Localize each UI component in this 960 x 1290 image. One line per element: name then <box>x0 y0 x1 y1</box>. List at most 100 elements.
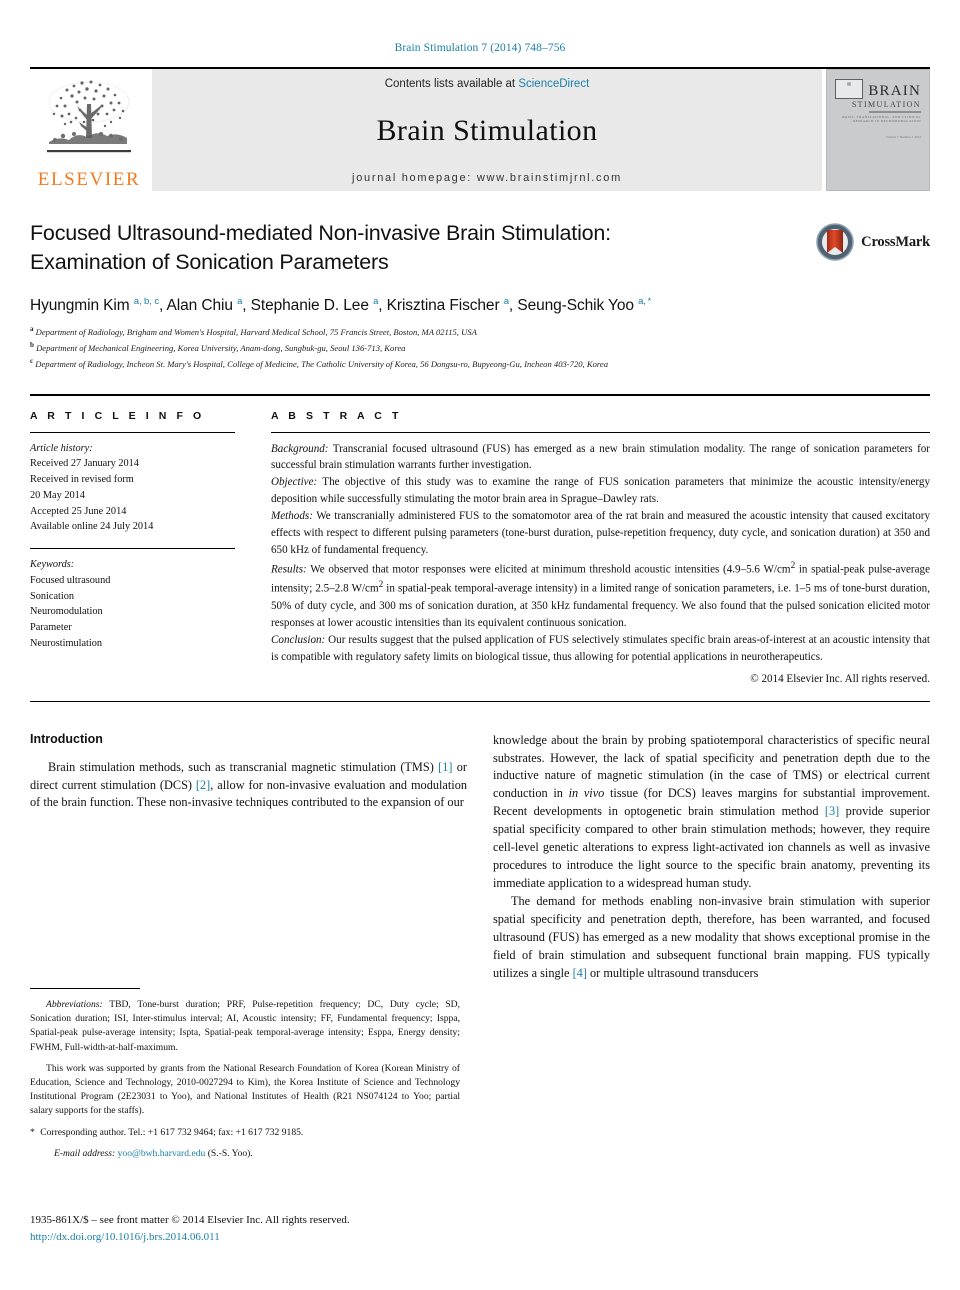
affiliation-item: c Department of Radiology, Incheon St. M… <box>30 356 930 372</box>
page-title: Focused Ultrasound-mediated Non-invasive… <box>30 219 730 276</box>
title-line-2: Examination of Sonication Parameters <box>30 249 389 274</box>
abstract-section-text: Our results suggest that the pulsed appl… <box>271 633 930 663</box>
body-column-left: Introduction Brain stimulation methods, … <box>30 732 467 983</box>
title-line-1: Focused Ultrasound-mediated Non-invasive… <box>30 221 611 245</box>
intro-right-italic: in vivo <box>568 786 605 801</box>
footnote-divider <box>30 988 140 989</box>
corresponding-author-text: Corresponding author. Tel.: +1 617 732 9… <box>37 1126 304 1138</box>
corresponding-author-marker: * <box>30 1126 35 1138</box>
divider <box>271 431 930 433</box>
authors-text: Hyungmin Kim a, b, c, Alan Chiu a, Steph… <box>30 296 652 315</box>
issn-line: 1935-861X/$ – see front matter © 2014 El… <box>30 1214 350 1226</box>
journal-homepage[interactable]: journal homepage: www.brainstimjrnl.com <box>152 172 822 184</box>
citation-ref-1[interactable]: [1] <box>438 760 452 774</box>
abstract-section-label: Methods: <box>271 510 313 523</box>
abstract-section: Background: Transcranial focused ultraso… <box>271 441 930 475</box>
affiliation-text: Department of Radiology, Incheon St. Mar… <box>35 358 609 369</box>
abstract-section-label: Objective: <box>271 476 318 489</box>
citation-ref-3[interactable]: [3] <box>825 804 839 818</box>
footnote-funding: This work was supported by grants from t… <box>30 1062 460 1117</box>
journal-cover-thumbnail: ▤ BRAIN STIMULATION BASIC, TRANSLATIONAL… <box>826 69 930 191</box>
crossmark-badge[interactable]: CrossMark <box>816 223 930 261</box>
keyword-item: Focused ultrasound <box>30 574 111 586</box>
info-abstract-band: A R T I C L E I N F O Article history: R… <box>30 393 930 688</box>
affiliation-list: a Department of Radiology, Brigham and W… <box>30 324 930 371</box>
journal-article-page: Brain Stimulation 7 (2014) 748–756 ELSEV… <box>0 0 960 1290</box>
history-item: Accepted 25 June 2014 <box>30 505 127 517</box>
abstract-body: Background: Transcranial focused ultraso… <box>271 441 930 688</box>
author-affil-marker: a <box>237 296 243 307</box>
intro-text-a: Brain stimulation methods, such as trans… <box>48 759 439 774</box>
abstract-section-label: Conclusion: <box>271 633 326 646</box>
cover-title-stimulation: STIMULATION <box>851 100 921 109</box>
history-item: Received in revised form <box>30 474 134 485</box>
intro-paragraph-left: Brain stimulation methods, such as trans… <box>30 759 467 813</box>
history-item: 20 May 2014 <box>30 489 85 501</box>
abstract-section: Conclusion: Our results suggest that the… <box>271 632 930 666</box>
journal-title: Brain Stimulation <box>376 114 598 147</box>
keyword-item: Neurostimulation <box>30 637 103 649</box>
article-history-label: Article history: <box>30 442 93 454</box>
journal-masthead: ELSEVIER Contents lists available at Sci… <box>30 67 930 191</box>
email-label: E-mail address: <box>54 1147 116 1159</box>
contents-prefix: Contents lists available at <box>384 78 519 90</box>
doi-link[interactable]: http://dx.doi.org/10.1016/j.brs.2014.06.… <box>30 1229 460 1246</box>
email-link[interactable]: yoo@bwh.harvard.edu <box>118 1148 206 1159</box>
abstract-column: A B S T R A C T Background: Transcranial… <box>271 410 930 688</box>
band-bottom-divider <box>30 700 930 702</box>
affiliation-text: Department of Radiology, Brigham and Wom… <box>35 327 477 338</box>
abstract-section: Methods: We transcranially administered … <box>271 508 930 559</box>
article-history: Article history: Received 27 January 201… <box>30 441 235 536</box>
crossmark-label: CrossMark <box>861 233 930 250</box>
issn-copyright-block: 1935-861X/$ – see front matter © 2014 El… <box>30 1212 460 1245</box>
abstract-section-text: The objective of this study was to exami… <box>271 476 930 506</box>
intro-right2-text-b: or multiple ultrasound transducers <box>586 965 759 980</box>
divider <box>30 431 235 433</box>
sciencedirect-link[interactable]: ScienceDirect <box>518 78 589 90</box>
citation-ref-4[interactable]: [4] <box>573 966 587 980</box>
cover-divider <box>869 111 921 113</box>
abstract-section-label: Background: <box>271 442 329 455</box>
affiliation-marker: c <box>30 356 34 365</box>
history-item: Received 27 January 2014 <box>30 458 139 470</box>
masthead-center: Contents lists available at ScienceDirec… <box>152 69 822 191</box>
author-affil-marker: a <box>373 296 379 307</box>
abstract-section: Results: We observed that motor response… <box>271 559 930 632</box>
affiliation-item: a Department of Radiology, Brigham and W… <box>30 324 930 340</box>
abstract-section-label: Results: <box>271 563 307 576</box>
footnote-corresponding-author: * Corresponding author. Tel.: +1 617 732… <box>30 1126 460 1140</box>
contents-available-line: Contents lists available at ScienceDirec… <box>152 78 822 90</box>
footnote-email: E-mail address: yoo@bwh.harvard.edu (S.-… <box>30 1147 460 1161</box>
citation-ref-2[interactable]: [2] <box>196 778 210 792</box>
cover-volume-info: Volume 7 Number 5 2014 <box>885 135 921 139</box>
abstract-section-text-pre: We observed that motor responses were el… <box>306 563 791 576</box>
abstract-section-text: Transcranial focused ultrasound (FUS) ha… <box>271 442 930 472</box>
abbreviations-label: Abbreviations: <box>46 999 103 1010</box>
footnote-abbreviations: Abbreviations: TBD, Tone-burst duration;… <box>30 998 460 1055</box>
elsevier-logo: ELSEVIER <box>30 69 148 191</box>
affiliation-marker: b <box>30 340 34 349</box>
keywords-label: Keywords: <box>30 559 75 570</box>
body-column-right: knowledge about the brain by probing spa… <box>493 732 930 983</box>
author-affil-marker: a, * <box>638 296 652 307</box>
affiliation-marker: a <box>30 325 34 334</box>
author-affil-marker: a <box>503 296 509 307</box>
email-suffix: (S.-S. Yoo). <box>205 1147 253 1159</box>
keyword-item: Sonication <box>30 590 75 602</box>
article-info-heading: A R T I C L E I N F O <box>30 409 205 422</box>
divider <box>30 548 235 549</box>
section-heading-introduction: Introduction <box>30 731 103 746</box>
elsevier-wordmark: ELSEVIER <box>37 169 141 190</box>
author-affil-marker: a, b, c <box>133 296 159 307</box>
abstract-section: Objective: The objective of this study w… <box>271 474 930 508</box>
abstract-section-text: We transcranially administered FUS to th… <box>271 510 930 556</box>
abstract-copyright: © 2014 Elsevier Inc. All rights reserved… <box>750 672 930 685</box>
crossmark-icon <box>816 223 854 261</box>
running-head: Brain Stimulation 7 (2014) 748–756 <box>394 42 566 54</box>
title-block: Focused Ultrasound-mediated Non-invasive… <box>30 219 930 279</box>
footnote-block: Abbreviations: TBD, Tone-burst duration;… <box>30 988 460 1168</box>
keyword-item: Neuromodulation <box>30 606 103 618</box>
keywords-block: Keywords: Focused ultrasound Sonication … <box>30 557 235 652</box>
cover-subtitle: BASIC, TRANSLATIONAL, AND CLINICAL RESEA… <box>842 115 921 123</box>
